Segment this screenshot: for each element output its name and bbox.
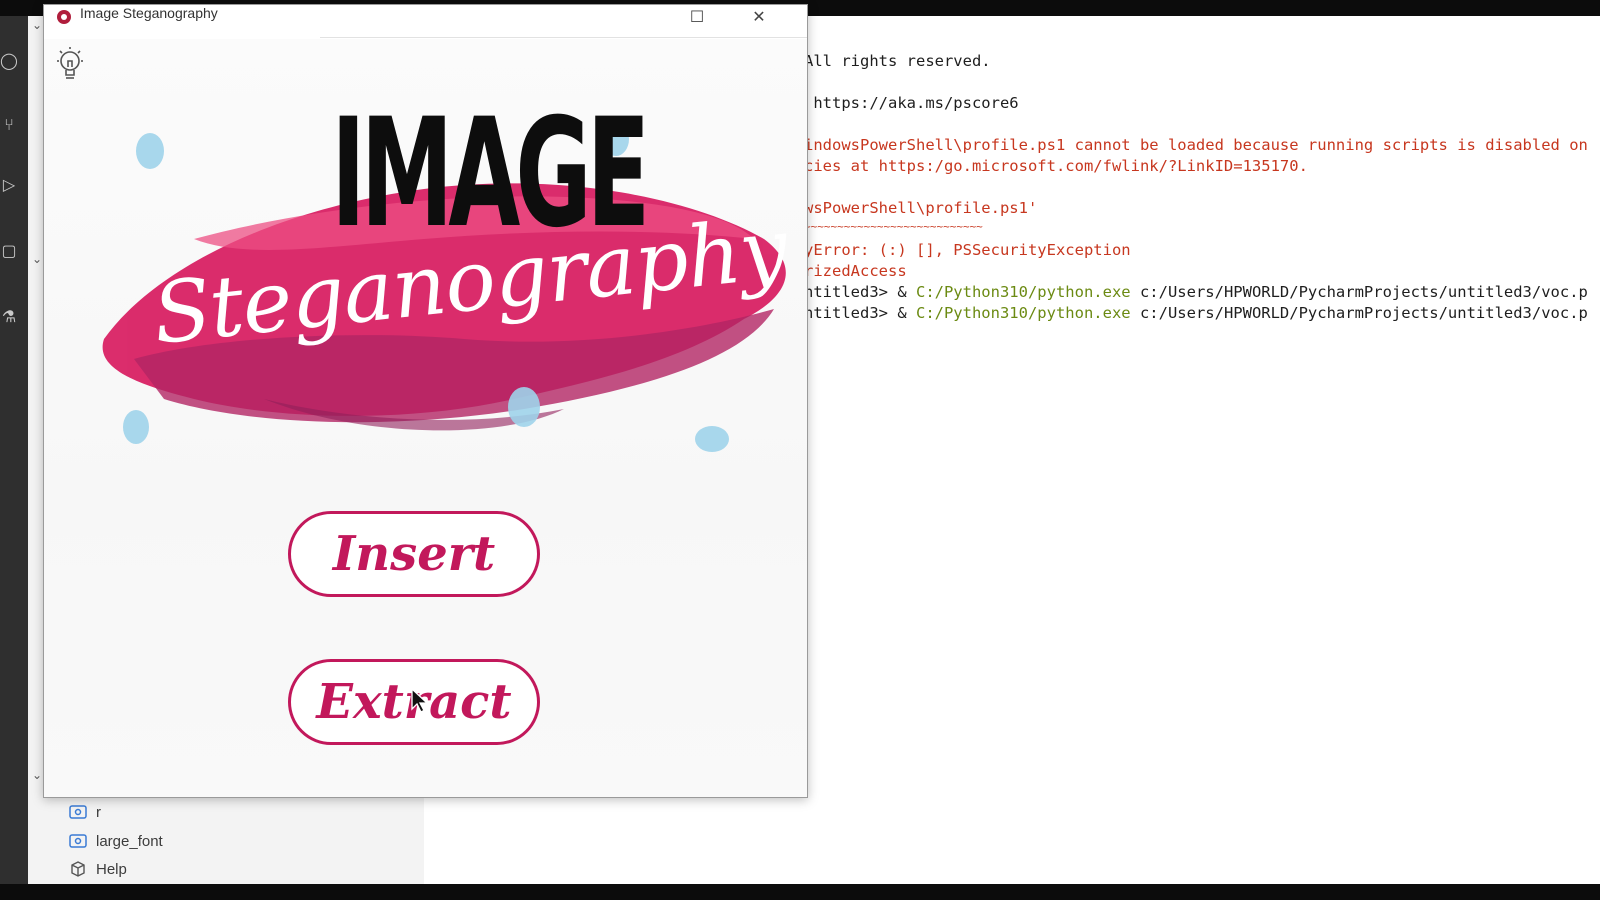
insert-button[interactable]: Insert	[288, 511, 540, 597]
outline-item-label: large_font	[96, 832, 163, 850]
outline-item-r[interactable]: r	[68, 800, 101, 824]
command-prompt: ntitled3> &	[804, 304, 916, 322]
chevron-down-icon[interactable]: ⌄	[32, 252, 42, 266]
chevron-down-icon[interactable]: ⌄	[32, 768, 42, 782]
terminal-panel[interactable]: All rights reserved. https://aka.ms/psco…	[800, 16, 1600, 884]
run-debug-icon[interactable]: ▷	[0, 176, 18, 194]
outline-item-large-font[interactable]: large_font	[68, 829, 163, 853]
terminal-line: https://aka.ms/pscore6	[804, 94, 1019, 112]
terminal-command-line: ntitled3> & C:/Python310/python.exe c:/U…	[804, 282, 1588, 303]
terminal-command-line: ntitled3> & C:/Python310/python.exe c:/U…	[804, 303, 1588, 324]
search-icon[interactable]: ◯	[0, 52, 18, 70]
terminal-error-line: yError: (:) [], PSSecurityException	[804, 241, 1131, 259]
command-prompt: ntitled3> &	[804, 283, 916, 301]
outline-item-help[interactable]: Help	[68, 857, 127, 881]
app-canvas: IMAGE Steganography Insert Extract	[44, 39, 807, 797]
command-exe: C:/Python310/python.exe	[915, 304, 1131, 322]
mouse-cursor-icon	[411, 688, 429, 713]
source-control-icon[interactable]: ⑂	[0, 116, 18, 134]
maximize-button[interactable]: ☐	[682, 7, 712, 27]
terminal-error-line: indowsPowerShell\profile.ps1 cannot be l…	[804, 136, 1588, 154]
activity-bar: ◯ ⑂ ▷ ▢ ⚗	[0, 16, 28, 884]
window-title: Image Steganography	[80, 5, 218, 21]
outline-item-label: Help	[96, 860, 127, 878]
chevron-down-icon[interactable]: ⌄	[32, 18, 42, 32]
terminal-line: All rights reserved.	[804, 52, 991, 70]
outline-item-label: r	[96, 803, 101, 821]
command-arg: c:/Users/HPWORLD/PycharmProjects/untitle…	[1130, 283, 1588, 301]
testing-icon[interactable]: ⚗	[0, 308, 18, 326]
variable-icon	[68, 803, 88, 821]
command-arg: c:/Users/HPWORLD/PycharmProjects/untitle…	[1130, 304, 1588, 322]
variable-icon	[68, 832, 88, 850]
close-button[interactable]: ✕	[744, 7, 774, 27]
class-icon	[68, 860, 88, 878]
terminal-error-line: rizedAccess	[804, 262, 907, 280]
extensions-icon[interactable]: ▢	[0, 242, 18, 260]
app-icon	[57, 10, 71, 24]
app-titlebar[interactable]: Image Steganography ☐ ✕	[44, 5, 807, 39]
steganography-app-window: Image Steganography ☐ ✕ IMAGE Steganogra…	[43, 4, 808, 798]
titlebar-divider	[320, 37, 807, 38]
terminal-error-underline: ~~~~~~~~~~~~~~~~~~~~~~~~~~~	[804, 220, 983, 233]
command-exe: C:/Python310/python.exe	[915, 283, 1131, 301]
screen-bottom-bar	[0, 884, 1600, 900]
terminal-error-line: cies at https:/go.microsoft.com/fwlink/?…	[804, 157, 1308, 175]
logo-word-image: IMAGE	[331, 87, 650, 261]
